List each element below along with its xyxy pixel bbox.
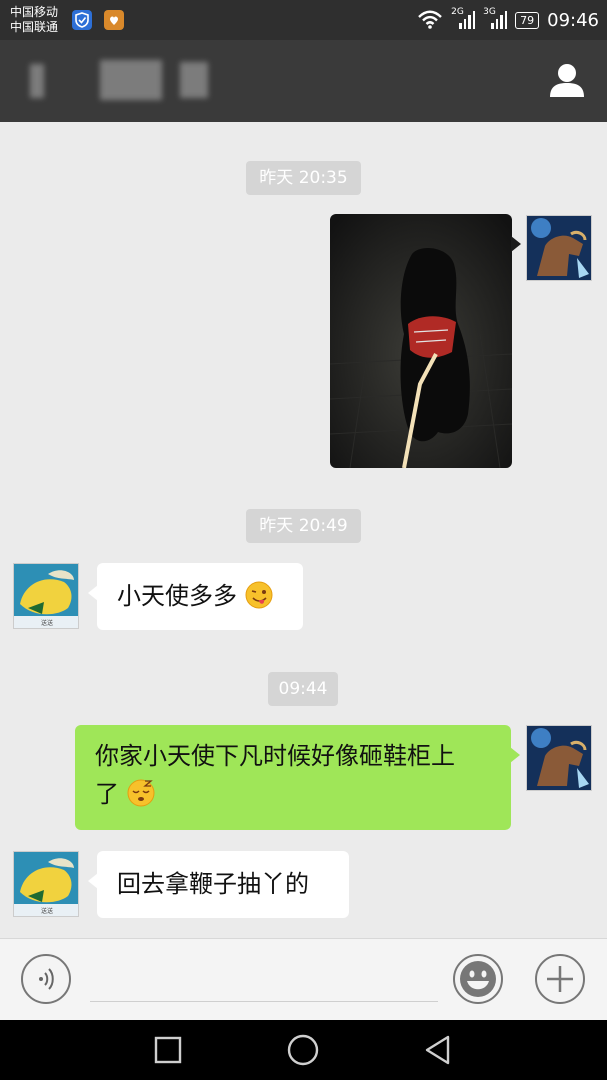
my-avatar-image — [527, 726, 591, 790]
carrier-1: 中国移动 — [10, 5, 59, 19]
chat-header — [0, 40, 607, 122]
status-bar: 中国移动 中国联通 2G 3G 79 09:46 — [0, 0, 607, 40]
dog-photo — [330, 214, 512, 468]
my-avatar-image — [527, 216, 591, 280]
network-label-1: 2G — [451, 7, 464, 17]
navigation-bar — [0, 1020, 607, 1080]
home-button[interactable] — [286, 1033, 320, 1067]
message-text: 小天使多多 — [117, 582, 237, 610]
timestamp: 昨天 20:35 — [246, 161, 361, 195]
clock: 09:46 — [547, 9, 599, 31]
image-bubble-tail — [511, 236, 521, 252]
home-icon — [287, 1034, 319, 1066]
message-input[interactable] — [90, 1001, 438, 1002]
voice-icon — [39, 968, 54, 990]
timestamp: 09:44 — [268, 672, 338, 706]
signal-icon-3g: 3G — [483, 7, 508, 29]
avatar-caption: 送送 — [40, 620, 53, 627]
more-button[interactable] — [535, 954, 585, 1004]
orange-app-icon — [104, 10, 124, 30]
recent-apps-button[interactable] — [151, 1033, 185, 1067]
sent-message[interactable]: 你家小天使下凡时候好像砸鞋柜上 了 — [75, 725, 520, 830]
timestamp: 昨天 20:49 — [246, 509, 361, 543]
input-bar — [0, 938, 607, 1021]
friend-avatar[interactable]: 送送 — [13, 563, 79, 629]
signal-icon-2g: 2G — [451, 7, 476, 29]
emoji-face-icon — [460, 961, 496, 997]
my-avatar[interactable] — [526, 725, 592, 791]
carrier-2: 中国联通 — [10, 20, 59, 34]
message-text-line-1: 你家小天使下凡时候好像砸鞋柜上 — [95, 742, 455, 770]
my-avatar[interactable] — [526, 215, 592, 281]
plus-icon — [547, 966, 573, 992]
received-message[interactable]: 小天使多多 — [88, 563, 303, 630]
shield-app-icon — [72, 10, 92, 30]
back-button[interactable] — [421, 1033, 455, 1067]
sent-image-message[interactable] — [330, 214, 512, 468]
message-text-line-2: 了 — [95, 780, 119, 808]
carrier-info: 中国移动 中国联通 — [10, 5, 58, 35]
battery-icon: 79 — [515, 11, 540, 29]
back-icon — [425, 1035, 450, 1065]
friend-avatar[interactable]: 送送 — [13, 851, 79, 917]
voice-button[interactable] — [21, 954, 71, 1004]
recent-apps-icon — [154, 1036, 182, 1064]
received-message[interactable]: 回去拿鞭子抽丫的 — [88, 851, 349, 918]
profile-icon — [550, 64, 584, 97]
message-text: 回去拿鞭子抽丫的 — [117, 870, 309, 898]
sleepy-emoji — [127, 779, 155, 807]
wink-tongue-emoji — [245, 581, 273, 609]
emoji-button[interactable] — [453, 954, 503, 1004]
network-label-2: 3G — [483, 7, 496, 17]
avatar-caption: 送送 — [40, 908, 53, 915]
wifi-icon — [417, 9, 443, 32]
profile-button[interactable] — [547, 60, 587, 100]
